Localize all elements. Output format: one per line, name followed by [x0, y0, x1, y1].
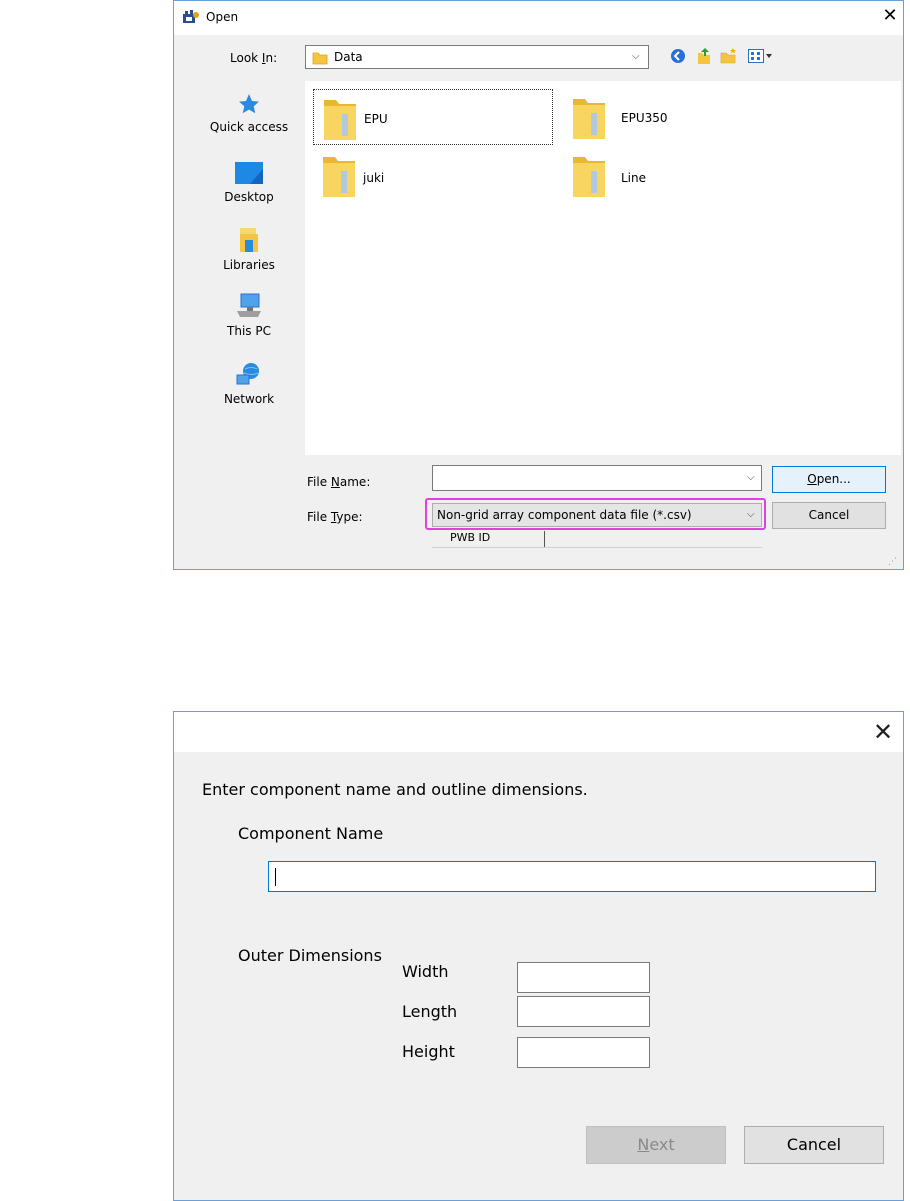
component-dialog: ✕ Enter component name and outline dimen… [173, 711, 904, 1201]
place-desktop[interactable]: Desktop [204, 161, 294, 204]
places-bar: Quick access Desktop Libraries This PC N… [204, 81, 304, 431]
width-label: Width [402, 962, 449, 981]
toolbar [670, 45, 790, 67]
up-folder-icon[interactable] [696, 47, 712, 69]
component-name-label: Component Name [238, 824, 384, 843]
height-label: Height [402, 1042, 455, 1061]
file-item-line[interactable]: Line [571, 149, 811, 205]
width-input[interactable] [517, 962, 650, 993]
file-item-epu350[interactable]: EPU350 [571, 89, 811, 145]
place-libraries[interactable]: Libraries [204, 227, 294, 272]
cancel-button[interactable]: Cancel [772, 502, 886, 529]
file-item-juki[interactable]: juki [313, 149, 553, 205]
next-button[interactable]: Next [586, 1126, 726, 1164]
chevron-down-icon[interactable]: ⌵ [747, 472, 755, 483]
file-name: EPU350 [621, 111, 668, 125]
view-menu-icon[interactable] [748, 48, 774, 67]
folder-icon [321, 153, 357, 202]
cancel-button[interactable]: Cancel [744, 1126, 884, 1164]
folder-icon [322, 96, 358, 145]
open-button[interactable]: Open... [772, 466, 886, 493]
close-button[interactable]: ✕ [870, 718, 896, 746]
folder-icon [312, 50, 328, 69]
pwb-id-divider [544, 531, 545, 547]
network-icon [235, 363, 263, 390]
title-bar: Open ✕ [174, 1, 903, 35]
text-caret [275, 868, 276, 886]
back-icon[interactable] [670, 48, 686, 68]
file-name-input[interactable]: ⌵ [432, 465, 762, 491]
length-input[interactable] [517, 996, 650, 1027]
instruction-text: Enter component name and outline dimensi… [202, 780, 588, 799]
place-quick-access[interactable]: Quick access [204, 93, 294, 134]
look-in-label: Look In: [230, 51, 278, 65]
close-button[interactable]: ✕ [880, 5, 900, 27]
height-input[interactable] [517, 1037, 650, 1068]
new-folder-icon[interactable] [720, 47, 738, 69]
length-label: Length [402, 1002, 458, 1021]
folder-icon [571, 153, 607, 202]
pwb-id-row: PWB ID [432, 529, 762, 548]
place-label: Network [223, 392, 275, 406]
open-file-dialog: Open ✕ Look In: Data ⌵ Quick access Desk… [173, 0, 904, 570]
library-icon [237, 228, 261, 256]
file-list: EPU EPU350 juki Line [305, 81, 901, 455]
desktop-icon [234, 162, 264, 188]
dialog-title: Open [206, 10, 239, 24]
place-label: Libraries [223, 258, 275, 272]
file-name-label: File Name: [307, 475, 371, 489]
file-name: juki [363, 171, 385, 185]
place-label: This PC [227, 324, 271, 338]
outer-dimensions-label: Outer Dimensions [238, 946, 382, 965]
file-name: EPU [364, 112, 388, 126]
app-icon [182, 9, 200, 29]
file-item-epu[interactable]: EPU [313, 89, 553, 145]
place-label: Quick access [209, 120, 289, 134]
place-label: Desktop [224, 190, 274, 204]
star-icon [238, 94, 260, 118]
computer-icon [235, 293, 263, 322]
folder-icon [571, 95, 607, 144]
chevron-down-icon: ⌵ [632, 51, 640, 62]
resize-grip-icon[interactable]: ⋰ [888, 557, 897, 567]
file-name: Line [621, 171, 647, 185]
place-network[interactable]: Network [204, 361, 294, 406]
pwb-id-label: PWB ID [450, 531, 491, 544]
highlight-box [425, 498, 766, 530]
look-in-value: Data [334, 50, 363, 64]
place-this-pc[interactable]: This PC [204, 293, 294, 338]
title-bar: ✕ [174, 712, 903, 752]
file-type-label: File Type: [307, 510, 363, 524]
component-name-input[interactable] [268, 861, 876, 892]
look-in-dropdown[interactable]: Data ⌵ [305, 45, 649, 69]
